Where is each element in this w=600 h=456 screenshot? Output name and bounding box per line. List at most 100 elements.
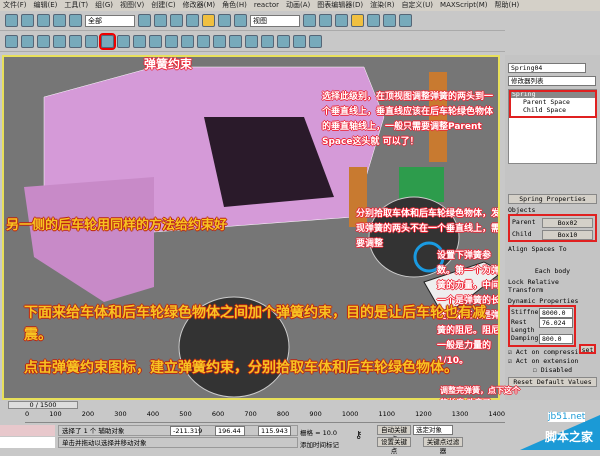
rope-collection-icon[interactable] [53, 35, 66, 48]
timeline-tick: 300 [114, 410, 127, 418]
select-region-icon[interactable] [170, 14, 183, 27]
object-name-field[interactable]: Spring04 [508, 63, 586, 73]
stiffness-input[interactable]: 8000.0 [539, 308, 573, 318]
grid-size: 栅格 = 10.0 [300, 429, 338, 437]
selection-filter-select[interactable]: 全部 [85, 14, 135, 27]
menu-item[interactable]: 文件(F) [3, 0, 27, 11]
y-coordinate[interactable]: 196.44 [215, 426, 245, 436]
menu-item[interactable]: reactor [254, 0, 279, 11]
window-crossing-icon[interactable] [186, 14, 199, 27]
maxscript-listener[interactable] [0, 425, 55, 436]
time-slider[interactable]: 0 / 1500 [8, 401, 78, 409]
timeline-tick: 900 [309, 410, 322, 418]
act-on-extension-checkbox[interactable]: ☑ Act on extension [508, 357, 597, 365]
add-time-tag-button[interactable]: 添加时间标记 [300, 439, 339, 449]
damping-input[interactable]: 800.0 [539, 334, 573, 344]
hinge-icon[interactable] [165, 35, 178, 48]
timeline-ruler[interactable]: 0 100 200 300 400 500 600 700 800 900 1000 1100 1200… [25, 410, 505, 423]
rotate-icon[interactable] [218, 14, 231, 27]
unlink-icon[interactable] [53, 14, 66, 27]
menu-item[interactable]: 自定义(U) [401, 0, 433, 11]
manipulate-icon[interactable] [319, 14, 332, 27]
prompt-line: 单击并拖动以选择并移动对象 [58, 437, 298, 448]
disabled-checkbox[interactable]: ☐ Disabled [508, 366, 597, 374]
pivot-icon[interactable] [303, 14, 316, 27]
named-selection-icon[interactable] [399, 14, 412, 27]
timeline-tick: 0 [25, 410, 30, 418]
motor-icon[interactable] [261, 35, 274, 48]
menu-item[interactable]: 创建(C) [151, 0, 175, 11]
link-icon[interactable] [37, 14, 50, 27]
rollout-spring-properties[interactable]: Spring Properties [508, 194, 597, 204]
key-filters-button[interactable]: 关键点过滤器 [423, 437, 463, 455]
point-to-point-icon[interactable] [181, 35, 194, 48]
create-animation-icon[interactable] [309, 35, 322, 48]
snap-icon[interactable] [335, 14, 348, 27]
menu-item[interactable]: 图表编辑器(D) [317, 0, 363, 11]
menu-item[interactable]: MAXScript(M) [440, 0, 487, 11]
set-rest-length-button[interactable]: set [579, 344, 596, 354]
menu-item[interactable]: 帮助(H) [494, 0, 519, 11]
reactor-toolbar [0, 32, 505, 52]
select-icon[interactable] [138, 14, 151, 27]
dashpot-icon[interactable] [277, 35, 290, 48]
move-icon[interactable] [202, 14, 215, 27]
redo-icon[interactable] [21, 14, 34, 27]
undo-icon[interactable] [5, 14, 18, 27]
auto-key-button[interactable]: 自动关键点 [377, 425, 411, 443]
preview-icon[interactable] [293, 35, 306, 48]
menu-item[interactable]: 工具(T) [64, 0, 88, 11]
parent-pick-button[interactable]: Box02 [542, 218, 593, 228]
modifier-list-dropdown[interactable]: 修改器列表 [508, 76, 596, 86]
menu-item[interactable]: 组(G) [95, 0, 113, 11]
menu-item[interactable]: 编辑(E) [34, 0, 58, 11]
deforming-mesh-icon[interactable] [69, 35, 82, 48]
callout-box [509, 90, 597, 118]
spring-icon[interactable] [99, 33, 116, 50]
menu-item[interactable]: 角色(H) [222, 0, 247, 11]
bind-space-warp-icon[interactable] [69, 14, 82, 27]
perspective-viewport[interactable]: 弹簧约束 选择此级别，在顶视图调整弹簧的两头到一个垂直线上，垂直线应该在后车轮绿… [2, 55, 500, 400]
rigid-body-collection-icon[interactable] [5, 35, 18, 48]
softbody-collection-icon[interactable] [37, 35, 50, 48]
timeline-tick: 1200 [415, 410, 432, 418]
maxscript-input[interactable] [0, 437, 55, 448]
child-pick-button[interactable]: Box10 [542, 230, 593, 240]
water-icon[interactable] [133, 35, 146, 48]
menu-item[interactable]: 修改器(M) [183, 0, 216, 11]
cloth-collection-icon[interactable] [21, 35, 34, 48]
lock-relative-checkbox[interactable]: Lock Relative Transform [508, 278, 597, 294]
reference-coordinate-select[interactable]: 视图 [250, 14, 300, 27]
select-by-name-icon[interactable] [154, 14, 167, 27]
key-icon[interactable]: ⚷ [355, 430, 362, 441]
rest-length-input[interactable]: 76.024 [539, 318, 573, 328]
fracture-icon[interactable] [117, 35, 130, 48]
wind-icon[interactable] [213, 35, 226, 48]
angle-snap-icon[interactable] [351, 14, 364, 27]
command-panel: Spring04 修改器列表 Spring Parent Space Child… [505, 55, 600, 400]
toy-car-icon[interactable] [229, 35, 242, 48]
main-instruction-2: 点击弹簧约束图标，建立弹簧约束，分别拾取车体和后车轮绿色物体。 [24, 360, 458, 376]
x-coordinate[interactable]: -211.319 [170, 426, 202, 436]
status-area: 0 / 1500 0 100 200 300 400 500 600 700 800 900 100… [0, 400, 505, 455]
objects-label: Objects [508, 206, 536, 214]
each-body-option[interactable]: Each body [508, 267, 597, 275]
align-spaces-label: Align Spaces To [508, 245, 567, 253]
menu-item[interactable]: 视图(V) [120, 0, 144, 11]
timeline-tick: 700 [244, 410, 257, 418]
timeline-tick: 600 [211, 410, 225, 418]
timeline-tick: 100 [49, 410, 62, 418]
plane-icon[interactable] [85, 35, 98, 48]
constraint-solver-icon[interactable] [149, 35, 162, 48]
ragdoll-icon[interactable] [197, 35, 210, 48]
z-coordinate[interactable]: 115.943 [258, 426, 291, 436]
key-mode-select[interactable]: 选定对象 [413, 425, 453, 435]
disabled-label: Disabled [540, 366, 573, 374]
percent-snap-icon[interactable] [367, 14, 380, 27]
scale-icon[interactable] [234, 14, 247, 27]
menu-item[interactable]: 渲染(R) [370, 0, 394, 11]
fracture-2-icon[interactable] [245, 35, 258, 48]
menu-item[interactable]: 动画(A) [286, 0, 310, 11]
spinner-snap-icon[interactable] [383, 14, 396, 27]
set-key-button[interactable]: 设置关键点 [377, 437, 411, 455]
